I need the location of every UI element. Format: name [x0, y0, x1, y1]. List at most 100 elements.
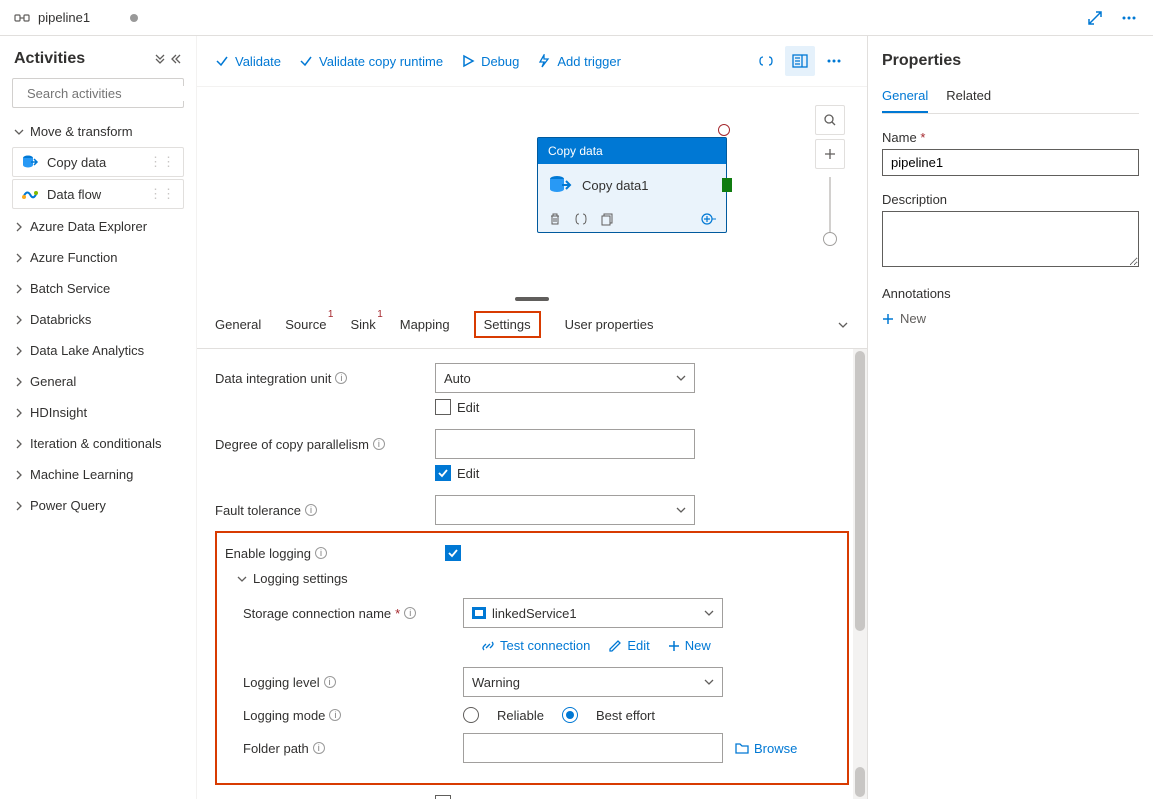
copy-data-icon	[548, 174, 572, 196]
grip-icon: ⋮⋮	[149, 186, 175, 202]
move-transform-group[interactable]: Move & transform	[6, 118, 190, 145]
validate-copy-runtime-button[interactable]: Validate copy runtime	[299, 54, 443, 69]
cat-power-query[interactable]: Power Query	[6, 490, 190, 521]
name-label: Name *	[882, 130, 1139, 145]
properties-panel: Properties General Related Name * Descri…	[867, 36, 1153, 799]
copy-data-icon	[21, 154, 39, 170]
tab-mapping[interactable]: Mapping	[400, 313, 450, 336]
properties-title: Properties	[882, 52, 1139, 70]
pipeline-tab[interactable]: pipeline1	[0, 0, 152, 35]
search-input[interactable]	[27, 86, 197, 101]
validate-button[interactable]: Validate	[215, 54, 281, 69]
collapse-panel-icon[interactable]	[837, 319, 849, 331]
zoom-thumb[interactable]	[823, 232, 837, 246]
zoom-in-button[interactable]	[815, 139, 845, 169]
panel-resize-handle[interactable]	[515, 297, 549, 301]
copy-data-node[interactable]: Copy data Copy data1	[537, 137, 727, 233]
diu-select[interactable]: Auto	[435, 363, 695, 393]
expand-icon[interactable]	[1081, 4, 1109, 32]
folder-path-input[interactable]	[463, 733, 723, 763]
radio-best-effort[interactable]	[562, 707, 578, 723]
toolbar-more-button[interactable]	[819, 46, 849, 76]
properties-toggle-button[interactable]	[785, 46, 815, 76]
config-tabs: General Source1 Sink1 Mapping Settings U…	[197, 301, 867, 349]
cat-azure-data-explorer[interactable]: Azure Data Explorer	[6, 211, 190, 242]
settings-scrollbar[interactable]	[853, 349, 867, 799]
search-activities[interactable]	[12, 78, 184, 108]
play-icon	[461, 54, 475, 68]
dcp-label: Degree of copy parallelism	[215, 437, 369, 452]
pipeline-tab-bar: pipeline1	[0, 0, 1153, 36]
debug-button[interactable]: Debug	[461, 54, 519, 69]
info-icon[interactable]: i	[404, 607, 416, 619]
browse-button[interactable]: Browse	[735, 741, 797, 756]
cat-machine-learning[interactable]: Machine Learning	[6, 459, 190, 490]
radio-reliable[interactable]	[463, 707, 479, 723]
test-connection-button[interactable]: Test connection	[481, 638, 590, 653]
autofit-button[interactable]	[815, 105, 845, 135]
tab-source[interactable]: Source1	[285, 313, 326, 336]
logging-settings-toggle[interactable]: Logging settings	[237, 571, 837, 586]
info-icon[interactable]: i	[305, 504, 317, 516]
dcp-input[interactable]	[435, 429, 695, 459]
copy-icon[interactable]	[600, 212, 614, 226]
info-icon[interactable]: i	[315, 547, 327, 559]
enable-logging-checkbox[interactable]	[445, 545, 461, 561]
cat-general[interactable]: General	[6, 366, 190, 397]
diu-edit-checkbox[interactable]	[435, 399, 451, 415]
info-icon[interactable]: i	[329, 709, 341, 721]
pipeline-name-input[interactable]	[882, 149, 1139, 176]
ft-select[interactable]	[435, 495, 695, 525]
log-mode-label: Logging mode	[243, 708, 325, 723]
folder-path-label: Folder path	[243, 741, 309, 756]
add-output-icon[interactable]	[700, 212, 716, 226]
prop-tab-general[interactable]: General	[882, 88, 928, 113]
cat-hdinsight[interactable]: HDInsight	[6, 397, 190, 428]
activity-data-flow[interactable]: Data flow ⋮⋮	[12, 179, 184, 209]
pipeline-description-input[interactable]	[882, 211, 1139, 267]
node-header: Copy data	[538, 138, 726, 164]
connection-icon	[481, 639, 495, 653]
node-output-port[interactable]	[722, 178, 732, 192]
new-annotation-button[interactable]: New	[882, 311, 1139, 326]
zoom-slider[interactable]	[829, 177, 831, 239]
new-linked-service-button[interactable]: New	[668, 638, 711, 653]
node-error-indicator	[718, 124, 730, 136]
cat-azure-function[interactable]: Azure Function	[6, 242, 190, 273]
storage-select[interactable]: linkedService1	[463, 598, 723, 628]
settings-panel: Data integration unit i Auto Edit Degree …	[197, 349, 867, 799]
tab-settings[interactable]: Settings	[474, 311, 541, 338]
pipeline-canvas[interactable]: Copy data Copy data1	[197, 87, 867, 297]
cat-iteration-conditionals[interactable]: Iteration & conditionals	[6, 428, 190, 459]
cat-data-lake-analytics[interactable]: Data Lake Analytics	[6, 335, 190, 366]
tab-sink[interactable]: Sink1	[350, 313, 375, 336]
cat-databricks[interactable]: Databricks	[6, 304, 190, 335]
more-icon[interactable]	[1115, 4, 1143, 32]
activity-copy-data[interactable]: Copy data ⋮⋮	[12, 147, 184, 177]
braces-icon[interactable]	[574, 212, 588, 226]
chevron-down-icon	[237, 574, 247, 584]
code-view-button[interactable]	[751, 46, 781, 76]
info-icon[interactable]: i	[373, 438, 385, 450]
collapse-all-icon[interactable]	[154, 53, 166, 65]
info-icon[interactable]: i	[313, 742, 325, 754]
log-level-select[interactable]: Warning	[463, 667, 723, 697]
delete-icon[interactable]	[548, 212, 562, 226]
cat-batch-service[interactable]: Batch Service	[6, 273, 190, 304]
ft-label: Fault tolerance	[215, 503, 301, 518]
check-icon	[215, 54, 229, 68]
enable-logging-label: Enable logging	[225, 546, 311, 561]
tab-general[interactable]: General	[215, 313, 261, 336]
dcp-edit-checkbox[interactable]	[435, 465, 451, 481]
info-icon[interactable]: i	[324, 676, 336, 688]
diu-label: Data integration unit	[215, 371, 331, 386]
enable-staging-checkbox[interactable]	[435, 795, 451, 799]
tab-user-properties[interactable]: User properties	[565, 313, 654, 336]
folder-icon	[735, 742, 749, 754]
add-trigger-button[interactable]: Add trigger	[537, 54, 621, 69]
edit-linked-service-button[interactable]: Edit	[608, 638, 649, 653]
info-icon[interactable]: i	[335, 372, 347, 384]
prop-tab-related[interactable]: Related	[946, 88, 991, 113]
collapse-sidebar-icon[interactable]	[170, 53, 182, 65]
chevron-down-icon	[14, 127, 24, 137]
